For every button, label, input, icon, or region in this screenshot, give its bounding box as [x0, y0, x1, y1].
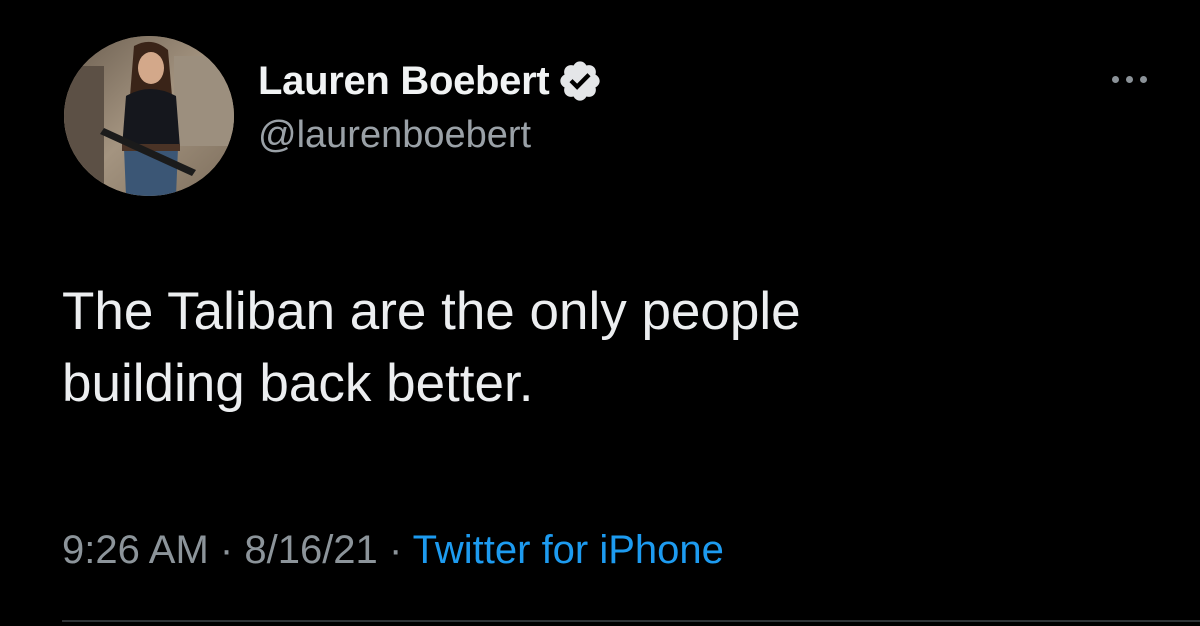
tweet-time[interactable]: 9:26 AM	[62, 528, 209, 572]
divider	[62, 620, 1200, 622]
avatar[interactable]	[64, 36, 234, 196]
tweet-meta: 9:26 AM · 8/16/21 · Twitter for iPhone	[62, 528, 724, 573]
more-dot	[1112, 76, 1119, 83]
tweet-date[interactable]: 8/16/21	[244, 528, 377, 572]
more-dot	[1140, 76, 1147, 83]
meta-separator: ·	[219, 528, 234, 572]
display-name-row[interactable]: Lauren Boebert	[258, 56, 603, 106]
user-handle[interactable]: @laurenboebert	[258, 114, 531, 157]
tweet-text: The Taliban are the only people building…	[62, 276, 1142, 420]
tweet-text-line: building back better.	[62, 354, 534, 413]
verified-badge-icon	[557, 58, 603, 104]
tweet-source-link[interactable]: Twitter for iPhone	[413, 528, 724, 572]
avatar-photo	[64, 36, 234, 196]
tweet-text-line: The Taliban are the only people	[62, 282, 801, 341]
tweet-card: Lauren Boebert @laurenboebert The Taliba…	[0, 0, 1200, 626]
more-dot	[1126, 76, 1133, 83]
more-options-icon[interactable]	[1112, 76, 1147, 83]
meta-separator: ·	[388, 528, 403, 572]
display-name[interactable]: Lauren Boebert	[258, 59, 550, 104]
